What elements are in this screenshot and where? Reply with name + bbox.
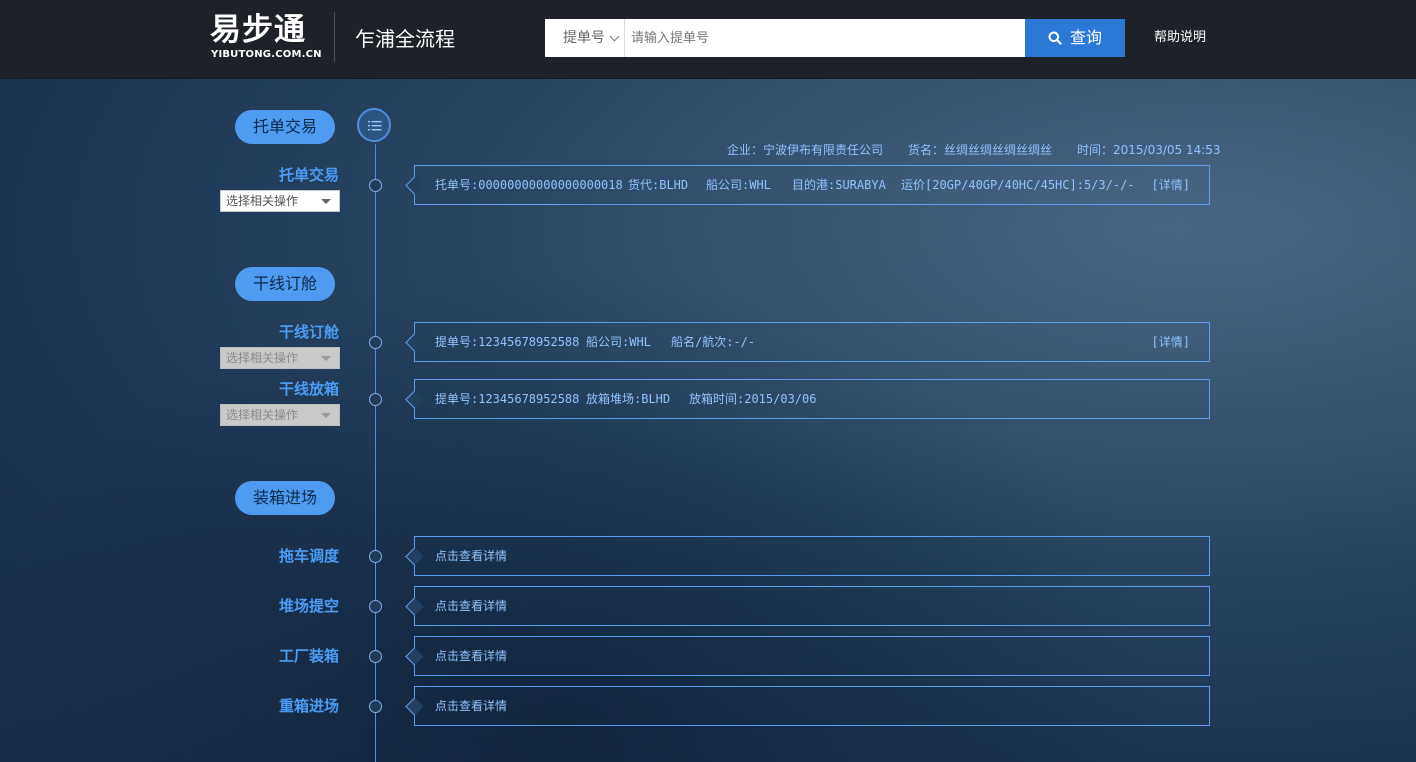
meta-company: 企业：宁波伊布有限责任公司 [727,143,884,157]
step-card: 提单号:12345678952588 放箱堆场:BLHD 放箱时间:2015/0… [414,379,1210,419]
meta-goods: 货名：丝绸丝绸丝绸丝绸丝 [908,143,1053,157]
step-card: 点击查看详情 [414,586,1210,626]
timeline-line [375,144,376,762]
step-label: 托单交易 [278,166,339,184]
operation-select[interactable]: 选择相关操作 [220,190,340,212]
card-field: 放箱时间:2015/03/06 [689,392,817,406]
dropdown-arrow-icon [321,356,331,361]
stage-pill-trunk-booking[interactable]: 干线订舱 [235,267,335,301]
step-card: 点击查看详情 [414,536,1210,576]
card-field: 放箱堆场:BLHD [586,392,671,406]
search-bar: 提单号 查询 [545,19,1125,57]
meta-time: 时间：2015/03/05 14:53 [1077,143,1221,157]
step-label: 拖车调度 [278,547,339,565]
card-field: 提单号:12345678952588 [435,335,580,349]
detail-link[interactable]: [详情] [1152,323,1190,361]
timeline-dot [369,393,382,406]
step-label: 干线订舱 [278,323,339,341]
timeline-dot [369,179,382,192]
operation-select-label: 选择相关操作 [226,194,299,208]
top-bar: 易步通 YIBUTONG.COM.CN 乍浦全流程 提单号 查询 帮助说明 [0,0,1416,78]
card-field: 目的港:SURABYA [792,178,886,192]
operation-select-label: 选择相关操作 [226,351,299,365]
timeline-dot [369,600,382,613]
step-label: 干线放箱 [278,380,339,398]
step-card: 托单号:00000000000000000018 货代:BLHD 船公司:WHL… [414,165,1210,205]
operation-select-label: 选择相关操作 [226,408,299,422]
timeline-dot [369,700,382,713]
card-field: 托单号:00000000000000000018 [435,178,623,192]
view-details-link[interactable]: 点击查看详情 [435,687,507,725]
stage-pill-order-trade[interactable]: 托单交易 [235,110,335,144]
dropdown-arrow-icon [321,199,331,204]
timeline-dot [369,550,382,563]
help-link[interactable]: 帮助说明 [1154,30,1206,46]
header-divider [334,12,335,62]
app-title: 乍浦全流程 [355,27,455,51]
view-details-link[interactable]: 点击查看详情 [435,587,507,625]
timeline-menu-button[interactable] [357,108,391,142]
card-field: 船名/航次:-/- [671,335,756,349]
search-button[interactable]: 查询 [1025,19,1125,57]
card-field: 船公司:WHL [586,335,651,349]
view-details-link[interactable]: 点击查看详情 [435,637,507,675]
step-label: 堆场提空 [278,597,339,615]
search-input[interactable] [625,19,1025,57]
view-details-link[interactable]: 点击查看详情 [435,537,507,575]
search-button-label: 查询 [1069,28,1102,47]
timeline-dot [369,336,382,349]
card-field: 船公司:WHL [706,178,771,192]
timeline-dot [369,650,382,663]
step-label: 工厂装箱 [278,647,339,665]
dropdown-arrow-icon [321,413,331,418]
step-card: 点击查看详情 [414,686,1210,726]
search-type-label: 提单号 [563,30,605,46]
step-card: 点击查看详情 [414,636,1210,676]
card-field: 货代:BLHD [628,178,689,192]
step-label: 重箱进场 [278,697,339,715]
card-field: 提单号:12345678952588 [435,392,580,406]
stage-pill-packing-entry[interactable]: 装箱进场 [235,481,335,515]
chevron-down-icon [609,31,620,42]
operation-select[interactable]: 选择相关操作 [220,404,340,426]
operation-select[interactable]: 选择相关操作 [220,347,340,369]
logo-text: 易步通 [210,12,306,48]
step-card: 提单号:12345678952588 船公司:WHL 船名/航次:-/- [详情… [414,322,1210,362]
search-icon [1048,31,1062,45]
logo[interactable]: 易步通 YIBUTONG.COM.CN [210,12,322,64]
list-icon [368,121,382,131]
card-field: 运价[20GP/40GP/40HC/45HC]:5/3/-/- [901,178,1135,192]
logo-domain: YIBUTONG.COM.CN [211,49,322,60]
search-type-select[interactable]: 提单号 [545,19,625,57]
detail-link[interactable]: [详情] [1152,166,1190,204]
